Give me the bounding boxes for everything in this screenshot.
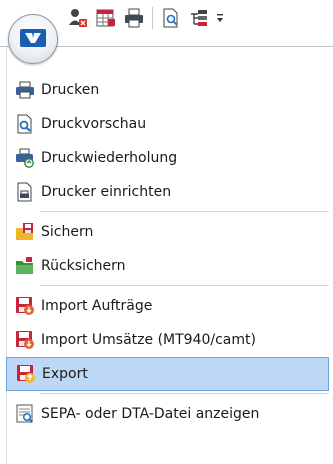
printer-icon[interactable]	[122, 6, 146, 30]
print-preview-icon	[14, 113, 36, 135]
print-preview-icon[interactable]	[159, 6, 183, 30]
export-icon	[15, 363, 37, 385]
menu-item-label: Druckwiederholung	[41, 150, 178, 166]
printer-setup-icon	[14, 181, 36, 203]
menu-item-druckwiederholung[interactable]: Druckwiederholung	[6, 141, 329, 175]
menu-item-drucken[interactable]: Drucken	[6, 73, 329, 107]
import-transactions-icon	[14, 329, 36, 351]
more-icon[interactable]	[215, 6, 225, 30]
menu-item-ruecksichern[interactable]: Rücksichern	[6, 249, 329, 283]
menu-divider	[40, 393, 329, 394]
menu-item-label: Drucken	[41, 82, 100, 98]
spreadsheet-icon[interactable]	[94, 6, 118, 30]
menu-item-label: SEPA- oder DTA-Datei anzeigen	[41, 406, 260, 422]
reprint-icon	[14, 147, 36, 169]
menu-item-sichern[interactable]: Sichern	[6, 215, 329, 249]
user-delete-icon[interactable]	[66, 6, 90, 30]
tree-icon[interactable]	[187, 6, 211, 30]
application-menu: Drucken Druckvorschau Druckwiederholung	[0, 46, 333, 464]
menu-item-sepa-dta-anzeigen[interactable]: SEPA- oder DTA-Datei anzeigen	[6, 397, 329, 431]
menu-item-export[interactable]: Export	[6, 357, 329, 391]
menu-item-label: Import Umsätze (MT940/camt)	[41, 332, 256, 348]
import-orders-icon	[14, 295, 36, 317]
sepa-file-icon	[14, 403, 36, 425]
menu-item-label: Sichern	[41, 224, 94, 240]
restore-icon	[14, 255, 36, 277]
menu-item-label: Import Aufträge	[41, 298, 153, 314]
backup-icon	[14, 221, 36, 243]
toolbar-separator	[152, 7, 153, 29]
menu-item-import-auftraege[interactable]: Import Aufträge	[6, 289, 329, 323]
menu-divider	[40, 211, 329, 212]
printer-icon	[14, 79, 36, 101]
menu-divider	[40, 285, 329, 286]
menu-item-label: Export	[42, 366, 88, 382]
menu-item-drucker-einrichten[interactable]: Drucker einrichten	[6, 175, 329, 209]
menu-item-druckvorschau[interactable]: Druckvorschau	[6, 107, 329, 141]
quick-access-toolbar	[66, 4, 225, 32]
menu-item-label: Drucker einrichten	[41, 184, 172, 200]
bank-logo-icon	[20, 29, 46, 47]
menu-item-label: Rücksichern	[41, 258, 126, 274]
title-bar	[0, 0, 333, 64]
menu-item-label: Druckvorschau	[41, 116, 147, 132]
application-menu-button[interactable]	[8, 14, 58, 64]
menu-item-import-umsaetze[interactable]: Import Umsätze (MT940/camt)	[6, 323, 329, 357]
